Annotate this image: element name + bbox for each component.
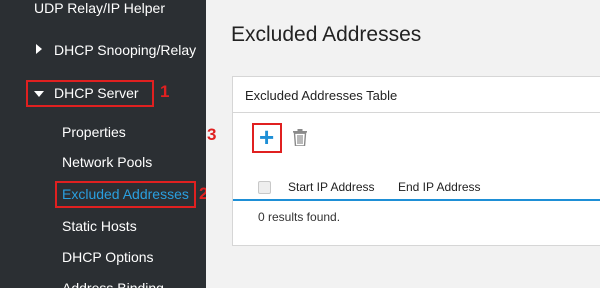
sidebar-item-static-hosts[interactable]: Static Hosts bbox=[62, 218, 137, 234]
sidebar-item-properties[interactable]: Properties bbox=[62, 124, 126, 140]
table-header: Start IP Address End IP Address bbox=[233, 175, 600, 201]
column-header-end-ip[interactable]: End IP Address bbox=[398, 180, 481, 194]
excluded-addresses-panel: Excluded Addresses Table 3 + Start IP Ad… bbox=[207, 76, 600, 246]
sidebar-item-excluded-addresses[interactable]: Excluded Addresses bbox=[62, 186, 189, 202]
caret-down-icon[interactable] bbox=[34, 91, 44, 97]
trash-icon[interactable] bbox=[293, 129, 307, 146]
sidebar-item-address-binding[interactable]: Address Binding bbox=[62, 280, 164, 288]
sidebar-item-dhcp-snooping[interactable]: DHCP Snooping/Relay bbox=[54, 42, 196, 58]
results-count: 0 results found. bbox=[258, 210, 341, 224]
panel-title: Excluded Addresses Table bbox=[245, 88, 398, 103]
caret-right-icon[interactable] bbox=[36, 44, 42, 54]
add-button[interactable]: + bbox=[252, 122, 282, 153]
sidebar-item-dhcp-options[interactable]: DHCP Options bbox=[62, 249, 154, 265]
sidebar-item-udp-relay[interactable]: UDP Relay/IP Helper bbox=[34, 0, 165, 16]
sidebar: UDP Relay/IP Helper DHCP Snooping/Relay … bbox=[0, 0, 206, 288]
callout-number-2: 2 bbox=[199, 184, 206, 203]
column-header-start-ip[interactable]: Start IP Address bbox=[288, 180, 375, 194]
select-all-checkbox[interactable] bbox=[258, 181, 271, 194]
panel-header: Excluded Addresses Table bbox=[233, 77, 600, 113]
main-content: Excluded Addresses Excluded Addresses Ta… bbox=[206, 0, 600, 288]
sidebar-item-network-pools[interactable]: Network Pools bbox=[62, 154, 152, 170]
page-title: Excluded Addresses bbox=[231, 23, 422, 46]
sidebar-item-dhcp-server[interactable]: DHCP Server bbox=[54, 85, 139, 101]
plus-icon[interactable]: + bbox=[259, 122, 274, 152]
callout-number-1: 1 bbox=[160, 82, 170, 101]
callout-number-3: 3 bbox=[207, 125, 217, 144]
